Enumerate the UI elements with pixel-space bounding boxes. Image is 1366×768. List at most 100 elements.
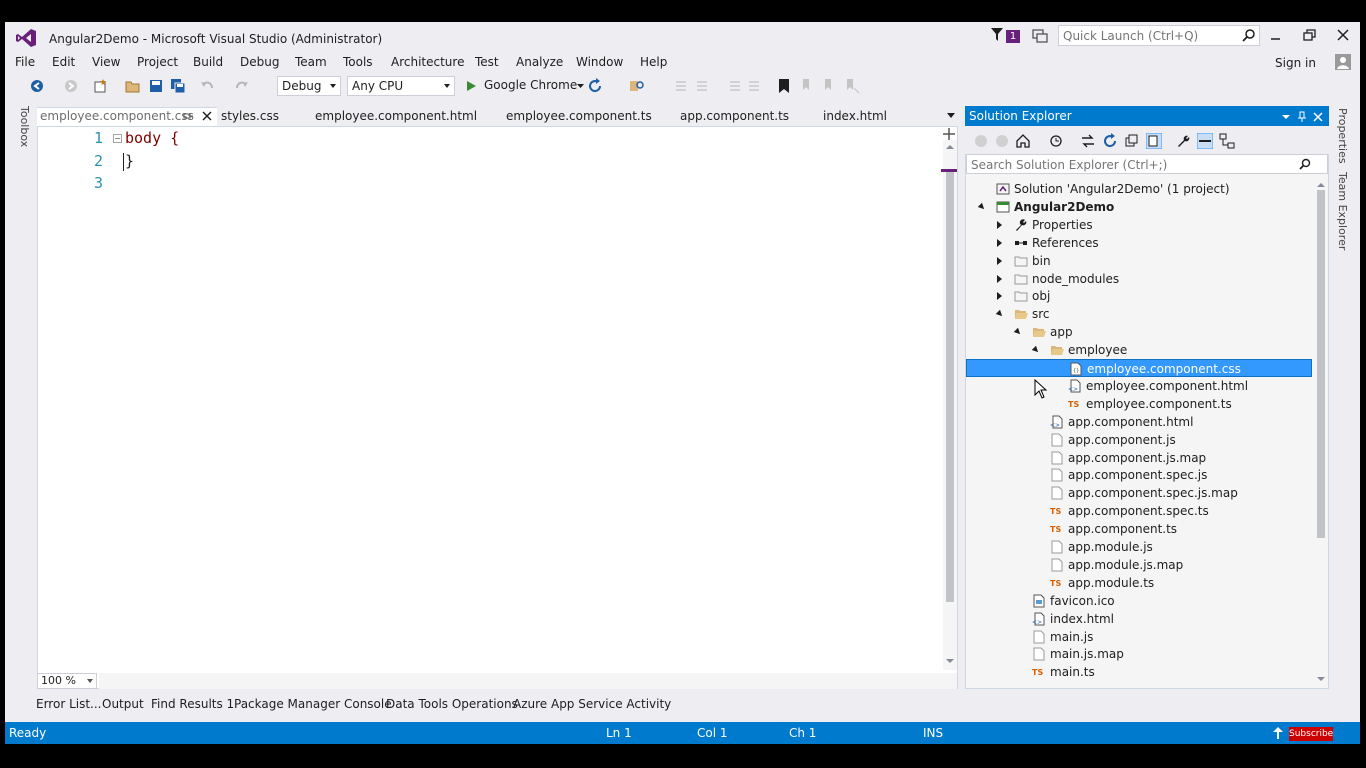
restore-button[interactable] [1301,27,1317,43]
close-tab-icon[interactable] [202,111,212,121]
solution-explorer-scroll-thumb[interactable] [1317,190,1325,538]
class-view-icon[interactable] [1219,133,1235,149]
menu-view[interactable]: View [92,55,120,69]
uncomment-icon[interactable] [695,78,711,94]
menu-project[interactable]: Project [137,55,178,69]
home-icon[interactable] [1015,133,1031,149]
tree-item[interactable]: bin [966,252,1312,270]
tree-item[interactable]: app.module.js.map [966,556,1312,574]
find-in-files-icon[interactable] [629,78,645,94]
chevron-down-icon[interactable] [947,113,955,118]
scroll-down-icon[interactable] [946,658,954,664]
menu-architecture[interactable]: Architecture [391,55,464,69]
properties-wrench-icon[interactable] [1175,133,1191,149]
tree-item[interactable]: TS main.ts [966,663,1312,681]
search-icon[interactable] [1299,158,1311,170]
new-project-icon[interactable] [93,78,109,94]
menu-tools[interactable]: Tools [343,55,373,69]
minimize-button[interactable] [1268,28,1284,44]
pin-icon[interactable] [183,111,193,121]
collapse-region-icon[interactable]: − [113,134,122,143]
editor-horizontal-scrollbar[interactable] [99,673,957,689]
publish-arrow-icon[interactable] [1273,727,1283,739]
tab-data-tools-operations[interactable]: Data Tools Operations [386,697,518,711]
editor-scroll-thumb[interactable] [946,172,954,602]
collapsed-arrow-icon[interactable] [997,292,1002,300]
configuration-select[interactable]: Debug [277,76,341,96]
collapsed-arrow-icon[interactable] [997,275,1002,283]
refresh-icon[interactable] [1102,133,1118,149]
menu-test[interactable]: Test [475,55,499,69]
feedback-icon[interactable] [1032,28,1048,44]
tree-item[interactable]: employee [966,341,1312,359]
tree-item[interactable]: TS app.module.ts [966,574,1312,592]
tree-item[interactable]: node_modules [966,270,1312,288]
tab-azure-app-service-activity[interactable]: Azure App Service Activity [513,697,671,711]
show-all-files-icon[interactable] [1146,133,1162,149]
quick-launch-input[interactable] [1063,28,1233,44]
tab-error-list[interactable]: Error List... [36,697,101,711]
account-icon[interactable] [1335,54,1351,70]
clear-bookmarks-icon[interactable] [844,78,860,94]
sign-in-link[interactable]: Sign in [1275,56,1316,70]
tree-item[interactable]: app.component.spec.js [966,466,1312,484]
tree-item[interactable]: src [966,305,1312,323]
menu-file[interactable]: File [15,55,35,69]
chevron-down-icon[interactable] [577,84,584,89]
refresh-browser-icon[interactable] [587,78,603,94]
tab-output[interactable]: Output [102,697,144,711]
scroll-down-icon[interactable] [1317,676,1325,682]
navigate-back-icon[interactable] [29,78,45,94]
menu-debug[interactable]: Debug [240,55,279,69]
properties-tab[interactable]: Properties [1336,108,1349,164]
filter-icon[interactable] [991,28,1003,42]
increase-indent-icon[interactable] [747,78,763,94]
collapse-all-icon[interactable] [1124,133,1140,149]
save-icon[interactable] [148,78,164,94]
expanded-arrow-icon[interactable] [1013,327,1023,337]
notification-badge[interactable]: 1 [1006,30,1020,43]
tree-item[interactable]: main.js.map [966,645,1312,663]
menu-edit[interactable]: Edit [52,55,75,69]
menu-build[interactable]: Build [193,55,223,69]
pin-icon[interactable] [1296,111,1308,123]
forward-icon[interactable] [994,133,1010,149]
menu-window[interactable]: Window [576,55,623,69]
toolbox-tab[interactable]: Toolbox [9,106,31,147]
split-editor-icon[interactable] [943,128,955,140]
menu-team[interactable]: Team [295,55,327,69]
scroll-up-icon[interactable] [1317,182,1325,188]
tree-item[interactable]: References [966,234,1312,252]
tree-item[interactable]: app.component.js.map [966,449,1312,467]
expanded-arrow-icon[interactable] [995,309,1005,319]
tab-index-html[interactable]: index.html [823,109,887,123]
tree-item[interactable]: app [966,323,1312,341]
code-line[interactable]: } [125,152,134,170]
panel-menu-icon[interactable] [1280,111,1292,123]
tree-item[interactable]: Solution 'Angular2Demo' (1 project) [966,180,1312,198]
search-icon[interactable] [1242,29,1255,42]
tree-item[interactable]: app.component.js [966,431,1312,449]
preview-selected-items-icon[interactable] [1197,133,1213,149]
save-all-icon[interactable] [170,78,186,94]
code-editor[interactable] [37,126,958,689]
code-line[interactable]: body { [125,129,179,147]
tree-item[interactable]: Angular2Demo [966,198,1312,216]
tree-item[interactable]: {} employee.component.css [966,359,1312,377]
collapsed-arrow-icon[interactable] [997,239,1002,247]
tab-employee-component-ts[interactable]: employee.component.ts [506,109,652,123]
expanded-arrow-icon[interactable] [977,202,987,212]
tree-item[interactable]: Properties [966,216,1312,234]
tree-item[interactable]: app.module.js [966,538,1312,556]
tree-item[interactable]: TS app.component.ts [966,520,1312,538]
comment-icon[interactable] [674,78,690,94]
tab-package-manager-console[interactable]: Package Manager Console [234,697,392,711]
next-bookmark-icon[interactable] [822,78,838,94]
bookmark-icon[interactable] [776,78,792,94]
tree-item[interactable]: TS app.component.spec.ts [966,502,1312,520]
redo-icon[interactable] [234,78,250,94]
tree-item[interactable]: <> index.html [966,610,1312,628]
tab-find-results[interactable]: Find Results 1 [151,697,234,711]
sync-with-active-document-icon[interactable] [1080,133,1096,149]
zoom-select[interactable]: 100 % [37,673,97,689]
